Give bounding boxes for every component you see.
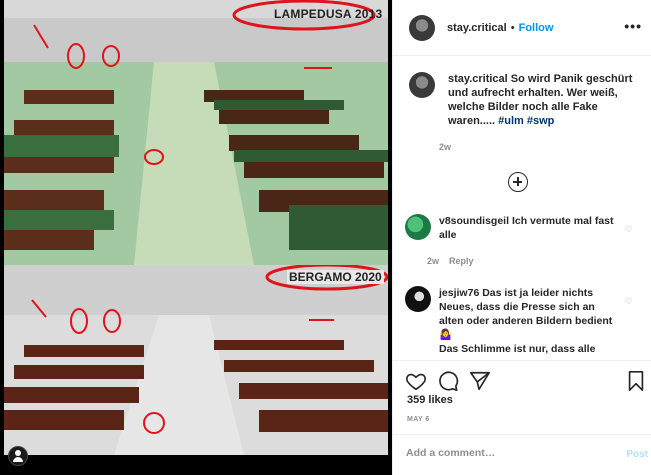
comment-text-continued: Das Schlimme ist nur, dass alle [439,343,596,355]
photo-bergamo: BERGAMO 2020 [4,265,388,455]
post-comment-button[interactable]: Post [626,449,648,460]
caption-username[interactable]: stay.critical [448,73,508,85]
comment-avatar[interactable] [405,286,431,312]
caption-body: stay.critical So wird Panik geschürt und… [448,72,641,128]
author-avatar[interactable] [409,14,435,41]
comment-body: v8soundisgeil Ich vermute mal fast alle [439,214,619,242]
post-media[interactable]: LAMPEDUSA 2013 BERGAMO 2020 [0,0,392,475]
post-header: stay.critical • Follow ••• [393,0,651,56]
comment-avatar[interactable] [405,214,431,240]
comment-time[interactable]: 2w [427,256,439,266]
post-caption: stay.critical So wird Panik geschürt und… [409,72,641,128]
user-tag-icon[interactable] [8,446,28,466]
photo-label-bottom: BERGAMO 2020 [287,270,384,284]
hashtag-ulm[interactable]: #ulm [498,115,524,127]
comment-body: jesjiw76 Das ist ja leider nichts Neues,… [439,286,619,356]
comment-item: v8soundisgeil Ich vermute mal fast alle … [405,214,645,242]
header-separator: • [510,21,515,34]
caption-time[interactable]: 2w [439,142,451,152]
share-icon[interactable] [469,370,491,392]
add-comment-row: Post [393,434,651,475]
author-username[interactable]: stay.critical [447,22,507,34]
load-more-icon[interactable] [508,172,528,192]
post-sidebar: stay.critical • Follow ••• stay.critical… [392,0,651,475]
heart-icon[interactable] [405,370,427,392]
instagram-post: LAMPEDUSA 2013 BERGAMO 2020 stay.critica… [0,0,651,475]
add-comment-input[interactable] [406,447,606,459]
photo-label-top: LAMPEDUSA 2013 [274,7,383,21]
comment-icon[interactable] [437,370,459,392]
follow-button[interactable]: Follow [519,22,554,34]
hashtag-swp[interactable]: #swp [527,115,555,127]
comment-username[interactable]: jesjiw76 [439,287,479,299]
caption-avatar[interactable] [409,72,435,98]
comment-like-icon[interactable]: ♡ [625,224,633,235]
reply-button[interactable]: Reply [449,256,474,266]
photo-lampedusa: LAMPEDUSA 2013 [4,0,388,265]
comment-like-icon[interactable]: ♡ [625,296,633,307]
bookmark-icon[interactable] [625,370,647,392]
comment-username[interactable]: v8soundisgeil [439,215,509,227]
more-icon[interactable]: ••• [624,18,642,34]
post-date[interactable]: MAY 6 [407,416,430,423]
likes-count[interactable]: 359 likes [407,394,453,406]
comment-item: jesjiw76 Das ist ja leider nichts Neues,… [405,286,645,356]
